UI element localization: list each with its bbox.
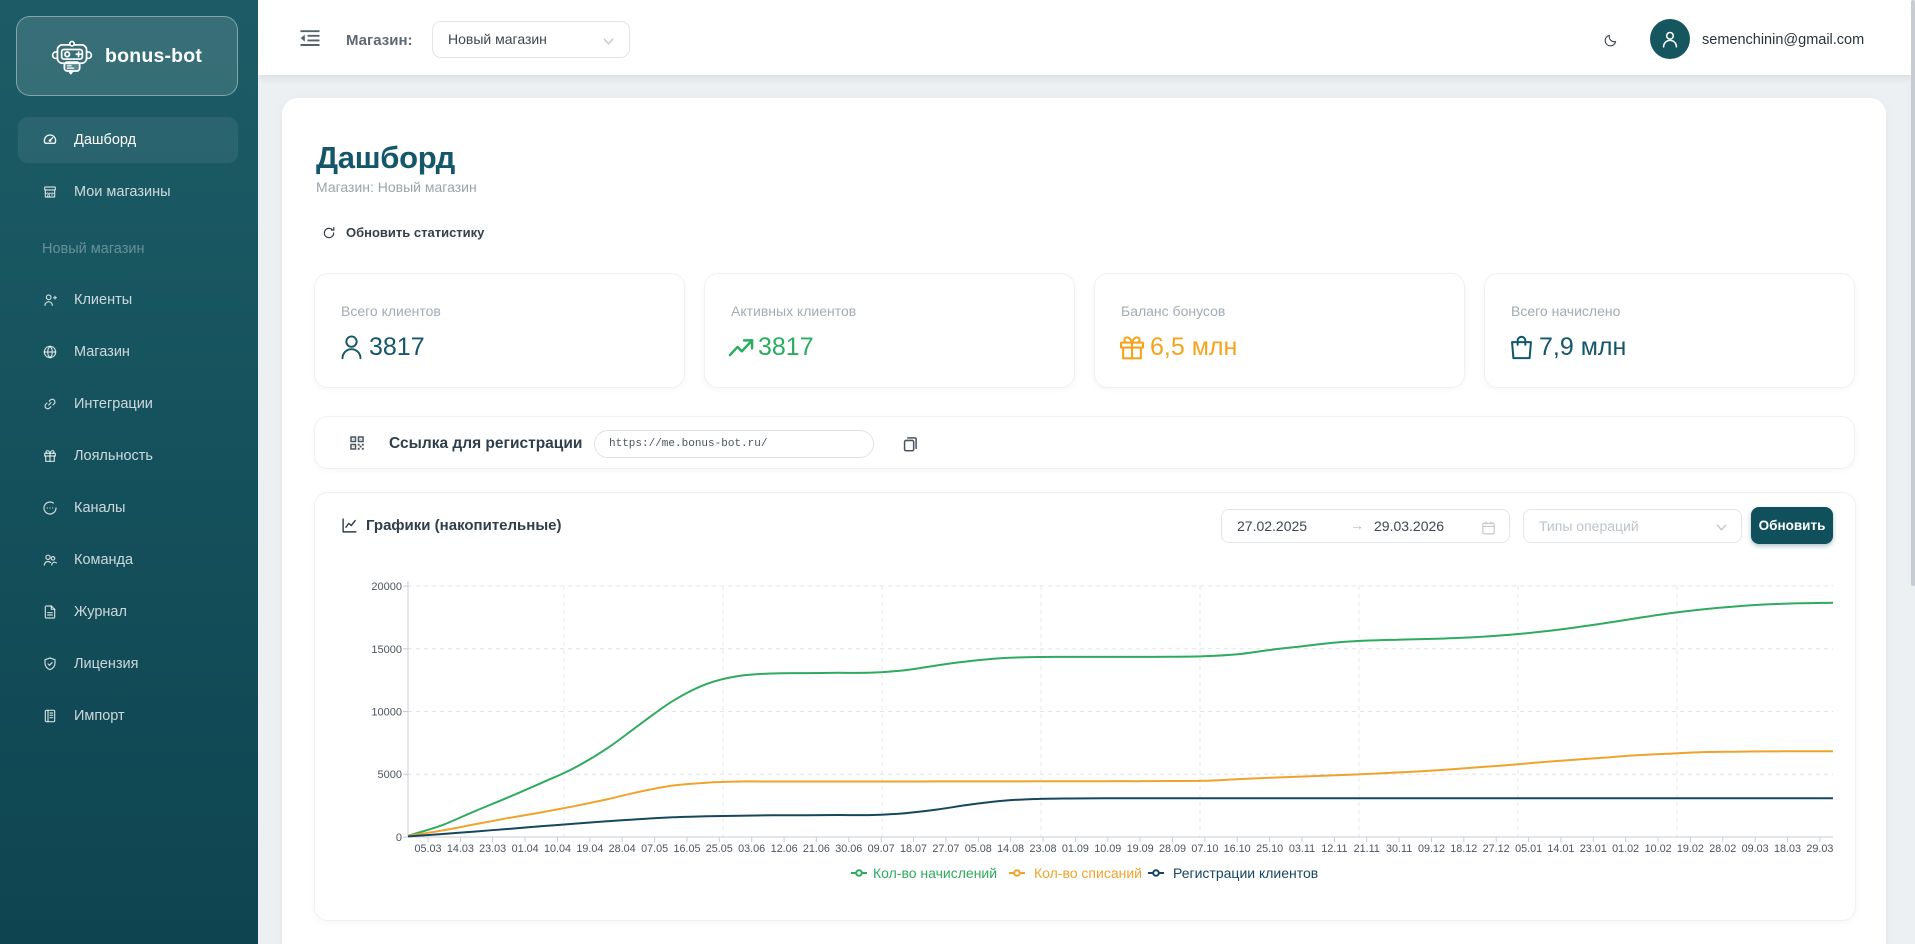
svg-text:15000: 15000 xyxy=(371,644,402,656)
svg-text:23.08: 23.08 xyxy=(1029,843,1056,855)
svg-text:27.07: 27.07 xyxy=(932,843,959,855)
svg-text:03.06: 03.06 xyxy=(738,843,765,855)
svg-text:19.09: 19.09 xyxy=(1127,843,1154,855)
svg-text:25.05: 25.05 xyxy=(706,843,733,855)
svg-text:09.03: 09.03 xyxy=(1742,843,1769,855)
svg-text:Кол-во начислений: Кол-во начислений xyxy=(873,865,997,881)
svg-text:25.10: 25.10 xyxy=(1256,843,1283,855)
svg-text:18.03: 18.03 xyxy=(1774,843,1801,855)
svg-text:01.04: 01.04 xyxy=(512,843,539,855)
svg-text:27.12: 27.12 xyxy=(1483,843,1510,855)
svg-text:05.08: 05.08 xyxy=(965,843,992,855)
svg-text:28.02: 28.02 xyxy=(1709,843,1736,855)
svg-text:29.03: 29.03 xyxy=(1806,843,1833,855)
svg-text:19.02: 19.02 xyxy=(1677,843,1704,855)
svg-text:10.04: 10.04 xyxy=(544,843,571,855)
svg-text:28.04: 28.04 xyxy=(609,843,636,855)
svg-text:Кол-во списаний: Кол-во списаний xyxy=(1034,865,1142,881)
svg-text:10.02: 10.02 xyxy=(1645,843,1672,855)
svg-text:18.07: 18.07 xyxy=(900,843,927,855)
svg-text:12.11: 12.11 xyxy=(1321,843,1347,855)
svg-text:21.11: 21.11 xyxy=(1354,843,1380,855)
svg-text:01.09: 01.09 xyxy=(1062,843,1089,855)
svg-text:18.12: 18.12 xyxy=(1450,843,1477,855)
svg-text:28.09: 28.09 xyxy=(1159,843,1186,855)
svg-text:05.01: 05.01 xyxy=(1515,843,1542,855)
svg-text:07.10: 07.10 xyxy=(1191,843,1218,855)
svg-text:21.06: 21.06 xyxy=(803,843,830,855)
svg-text:10.09: 10.09 xyxy=(1094,843,1121,855)
svg-text:23.01: 23.01 xyxy=(1580,843,1607,855)
svg-text:0: 0 xyxy=(396,832,402,844)
svg-text:12.06: 12.06 xyxy=(771,843,798,855)
svg-text:30.06: 30.06 xyxy=(835,843,862,855)
svg-text:Регистрации клиентов: Регистрации клиентов xyxy=(1173,865,1318,881)
svg-text:5000: 5000 xyxy=(378,769,402,781)
svg-text:09.12: 09.12 xyxy=(1418,843,1445,855)
svg-text:01.02: 01.02 xyxy=(1612,843,1639,855)
svg-text:20000: 20000 xyxy=(371,581,402,593)
svg-text:14.01: 14.01 xyxy=(1547,843,1574,855)
svg-text:16.10: 16.10 xyxy=(1224,843,1251,855)
svg-text:07.05: 07.05 xyxy=(641,843,668,855)
svg-text:10000: 10000 xyxy=(371,707,402,719)
svg-text:05.03: 05.03 xyxy=(414,843,441,855)
svg-text:14.08: 14.08 xyxy=(997,843,1024,855)
svg-text:19.04: 19.04 xyxy=(576,843,603,855)
svg-text:09.07: 09.07 xyxy=(868,843,895,855)
svg-text:23.03: 23.03 xyxy=(479,843,506,855)
svg-text:14.03: 14.03 xyxy=(447,843,474,855)
svg-text:03.11: 03.11 xyxy=(1289,843,1315,855)
svg-text:16.05: 16.05 xyxy=(673,843,700,855)
svg-text:30.11: 30.11 xyxy=(1386,843,1412,855)
